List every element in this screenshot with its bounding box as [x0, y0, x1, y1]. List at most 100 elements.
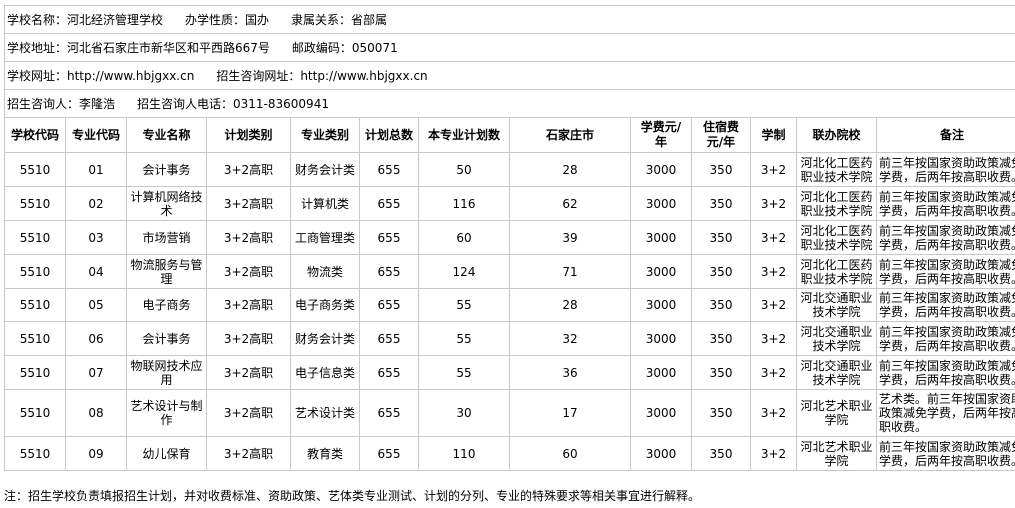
cell-plan-total: 655 [359, 220, 419, 255]
table-row: 5510 08 艺术设计与制作 3+2高职 艺术设计类 655 30 17 3000 350 3+2… [4, 389, 1015, 437]
cell-program-length: 3+2 [750, 152, 797, 187]
cell-program-length: 3+2 [750, 254, 797, 289]
school-postcode: 邮政编码：050071 [291, 41, 398, 55]
info-row-address: 学校地址：河北省石家庄市新华区和平西路667号 邮政编码：050071 [3, 33, 1015, 62]
cell-major-category: 计算机类 [290, 186, 360, 221]
cell-remarks: 前三年按国家资助政策减免学费，后两年按高职收费。 [875, 321, 1015, 356]
cell-remarks: 前三年按国家资助政策减免学费，后两年按高职收费。 [875, 220, 1015, 255]
cell-tuition: 3000 [630, 321, 692, 356]
cell-major-code: 01 [65, 152, 127, 187]
admission-contact-phone: 招生咨询人电话：0311-83600941 [137, 97, 329, 111]
cell-major-category: 电子信息类 [290, 355, 360, 390]
cell-remarks: 前三年按国家资助政策减免学费，后两年按高职收费。 [875, 152, 1015, 187]
table-row: 5510 01 会计事务 3+2高职 财务会计类 655 50 28 3000 350 3+2 河北化… [4, 152, 1015, 187]
cell-plan-category: 3+2高职 [206, 152, 291, 187]
cell-partner-college: 河北化工医药职业技术学院 [796, 186, 877, 221]
info-row-website: 学校网址：http://www.hbjgxx.cn 招生咨询网址：http://w… [3, 61, 1015, 90]
table-row: 5510 03 市场营销 3+2高职 工商管理类 655 60 39 3000 350 3+2 河北化… [4, 220, 1015, 255]
header-program-length: 学制 [750, 117, 797, 153]
cell-program-length: 3+2 [750, 436, 797, 471]
header-plan-total: 计划总数 [359, 117, 419, 153]
cell-major-plan-count: 55 [418, 288, 510, 322]
header-major-code: 专业代码 [65, 117, 127, 153]
cell-partner-college: 河北化工医药职业技术学院 [796, 220, 877, 255]
cell-partner-college: 河北化工医药职业技术学院 [796, 152, 877, 187]
cell-major-plan-count: 124 [418, 254, 510, 289]
admission-plan-sheet: 学校名称：河北经济管理学校 办学性质：国办 隶属关系：省部属 学校地址：河北省石家庄… [3, 5, 1015, 471]
footnote: 注：招生学校负责填报招生计划，并对收费标准、资助政策、艺体类专业测试、计划的分列… [4, 489, 701, 503]
table-row: 5510 04 物流服务与管理 3+2高职 物流类 655 124 71 3000 350 3+2 河… [4, 254, 1015, 289]
cell-school-code: 5510 [4, 152, 66, 187]
header-accommodation-fee: 住宿费元/年 [691, 117, 751, 153]
cell-accommodation-fee: 350 [691, 254, 751, 289]
school-type: 办学性质：国办 [185, 13, 270, 27]
cell-plan-total: 655 [359, 436, 419, 471]
cell-program-length: 3+2 [750, 355, 797, 390]
school-name: 学校名称：河北经济管理学校 [7, 13, 164, 27]
school-website: 学校网址：http://www.hbjgxx.cn [7, 69, 195, 83]
table-row: 5510 02 计算机网络技术 3+2高职 计算机类 655 116 62 3000 350 3+2… [4, 186, 1015, 221]
cell-accommodation-fee: 350 [691, 355, 751, 390]
cell-program-length: 3+2 [750, 186, 797, 221]
cell-school-code: 5510 [4, 355, 66, 390]
cell-major-name: 幼儿保育 [126, 436, 207, 471]
cell-remarks: 前三年按国家资助政策减免学费，后两年按高职收费。 [875, 254, 1015, 289]
cell-major-name: 计算机网络技术 [126, 186, 207, 221]
cell-program-length: 3+2 [750, 389, 797, 437]
header-major-name: 专业名称 [126, 117, 207, 153]
cell-plan-category: 3+2高职 [206, 436, 291, 471]
table-row: 5510 09 幼儿保育 3+2高职 教育类 655 110 60 3000 350 3+2 河北艺术… [4, 436, 1015, 471]
cell-major-plan-count: 55 [418, 321, 510, 356]
admission-website: 招生咨询网址：http://www.hbjgxx.cn [216, 69, 428, 83]
cell-major-category: 财务会计类 [290, 152, 360, 187]
cell-major-plan-count: 60 [418, 220, 510, 255]
cell-plan-total: 655 [359, 288, 419, 322]
cell-plan-category: 3+2高职 [206, 288, 291, 322]
cell-school-code: 5510 [4, 220, 66, 255]
cell-remarks: 前三年按国家资助政策减免学费，后两年按高职收费。 [875, 436, 1015, 471]
cell-major-plan-count: 30 [418, 389, 510, 437]
cell-major-plan-count: 110 [418, 436, 510, 471]
cell-plan-total: 655 [359, 254, 419, 289]
header-partner-college: 联办院校 [796, 117, 877, 153]
cell-tuition: 3000 [630, 389, 692, 437]
cell-accommodation-fee: 350 [691, 389, 751, 437]
cell-program-length: 3+2 [750, 288, 797, 322]
table-body: 5510 01 会计事务 3+2高职 财务会计类 655 50 28 3000 350 3+2 河北化… [4, 152, 1015, 471]
admission-plan-table: 学校名称：河北经济管理学校 办学性质：国办 隶属关系：省部属 学校地址：河北省石家庄… [3, 5, 1015, 471]
table-row: 5510 05 电子商务 3+2高职 电子商务类 655 55 28 3000 350 3+2 河北交… [4, 288, 1015, 322]
cell-plan-total: 655 [359, 355, 419, 390]
cell-tuition: 3000 [630, 355, 692, 390]
cell-major-name: 物联网技术应用 [126, 355, 207, 390]
cell-program-length: 3+2 [750, 220, 797, 255]
cell-school-code: 5510 [4, 436, 66, 471]
cell-major-category: 教育类 [290, 436, 360, 471]
cell-tuition: 3000 [630, 220, 692, 255]
cell-major-name: 艺术设计与制作 [126, 389, 207, 437]
header-remarks: 备注 [875, 117, 1015, 153]
info-row-contact: 招生咨询人：李隆浩 招生咨询人电话：0311-83600941 [3, 89, 1015, 118]
school-affiliation: 隶属关系：省部属 [291, 13, 388, 27]
cell-plan-category: 3+2高职 [206, 355, 291, 390]
cell-plan-category: 3+2高职 [206, 254, 291, 289]
cell-major-category: 电子商务类 [290, 288, 360, 322]
cell-partner-college: 河北交通职业技术学院 [796, 288, 877, 322]
table-row: 5510 07 物联网技术应用 3+2高职 电子信息类 655 55 36 3000 350 3+2… [4, 355, 1015, 390]
admission-contact: 招生咨询人：李隆浩 [7, 97, 116, 111]
cell-accommodation-fee: 350 [691, 321, 751, 356]
header-school-code: 学校代码 [4, 117, 66, 153]
cell-major-code: 07 [65, 355, 127, 390]
cell-tuition: 3000 [630, 288, 692, 322]
cell-accommodation-fee: 350 [691, 220, 751, 255]
cell-major-name: 会计事务 [126, 152, 207, 187]
cell-plan-category: 3+2高职 [206, 220, 291, 255]
cell-school-code: 5510 [4, 321, 66, 356]
cell-remarks: 艺术类。前三年按国家资助政策减免学费，后两年按高职收费。 [875, 389, 1015, 437]
cell-shijiazhuang: 28 [509, 152, 631, 187]
cell-major-plan-count: 55 [418, 355, 510, 390]
cell-program-length: 3+2 [750, 321, 797, 356]
cell-plan-category: 3+2高职 [206, 389, 291, 437]
cell-plan-total: 655 [359, 152, 419, 187]
cell-shijiazhuang: 32 [509, 321, 631, 356]
cell-remarks: 前三年按国家资助政策减免学费，后两年按高职收费。 [875, 288, 1015, 322]
